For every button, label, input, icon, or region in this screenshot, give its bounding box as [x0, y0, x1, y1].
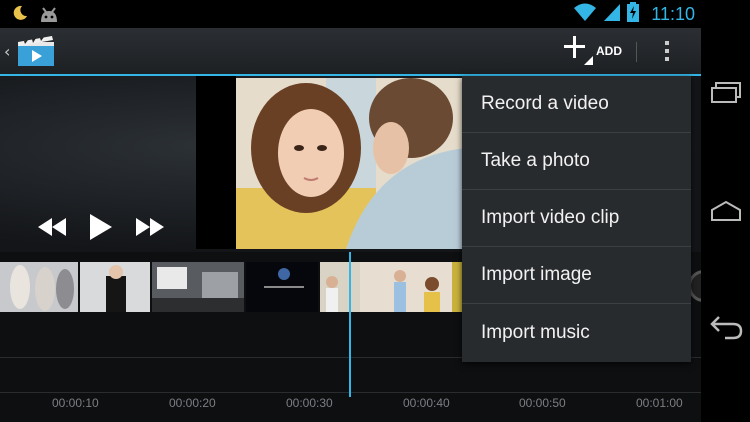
add-label: ADD: [596, 44, 622, 58]
menu-item-import-music[interactable]: Import music: [462, 304, 691, 361]
battery-charging-icon: [627, 2, 640, 26]
play-icon[interactable]: [90, 214, 112, 244]
timeline-tick-label: 00:00:40: [403, 396, 450, 410]
signal-icon: [603, 2, 621, 26]
moon-icon: [12, 5, 28, 27]
status-bar: 11:10: [0, 0, 701, 28]
android-icon: [38, 5, 60, 27]
clip-thumbnail[interactable]: [246, 262, 318, 312]
menu-item-import-video-clip[interactable]: Import video clip: [462, 190, 691, 247]
wifi-icon: [573, 2, 597, 26]
timeline-tick-label: 00:00:50: [519, 396, 566, 410]
timeline-tick-label: 00:00:30: [286, 396, 333, 410]
system-navigation-bar: [701, 0, 750, 422]
menu-item-take-photo[interactable]: Take a photo: [462, 133, 691, 190]
playhead[interactable]: [349, 252, 351, 397]
recent-apps-icon[interactable]: [709, 78, 743, 108]
clip-thumbnail[interactable]: [320, 262, 462, 312]
timeline-tick-label: 00:01:00: [636, 396, 683, 410]
menu-item-import-image[interactable]: Import image: [462, 247, 691, 304]
plus-icon: [560, 32, 594, 70]
home-icon[interactable]: [709, 196, 743, 226]
timeline-tick-label: 00:00:20: [169, 396, 216, 410]
back-icon[interactable]: [709, 312, 743, 342]
rewind-icon[interactable]: [38, 218, 66, 240]
add-button[interactable]: ADD: [560, 32, 630, 70]
clip-thumbnail[interactable]: [80, 262, 150, 312]
video-preview-frame[interactable]: [236, 78, 466, 249]
up-caret-icon[interactable]: ‹: [4, 42, 10, 61]
overflow-menu-icon[interactable]: [656, 36, 678, 66]
fast-forward-icon[interactable]: [136, 218, 164, 240]
action-bar-divider: [636, 42, 637, 62]
menu-item-record-video[interactable]: Record a video: [462, 76, 691, 133]
video-editor-screen: 11:10 ‹ ADD 00:00:10 00:00:20 00:00:30 0…: [0, 0, 701, 422]
clip-thumbnail[interactable]: [0, 262, 78, 312]
clip-thumbnail[interactable]: [152, 262, 244, 312]
preview-letterbox: [196, 76, 236, 249]
timeline-tick-label: 00:00:10: [52, 396, 99, 410]
add-popup-menu: Record a video Take a photo Import video…: [462, 76, 691, 362]
playback-controls: [38, 214, 164, 244]
action-bar: ‹ ADD: [0, 28, 701, 76]
clock: 11:10: [651, 3, 695, 24]
app-clapperboard-icon[interactable]: [16, 34, 60, 68]
